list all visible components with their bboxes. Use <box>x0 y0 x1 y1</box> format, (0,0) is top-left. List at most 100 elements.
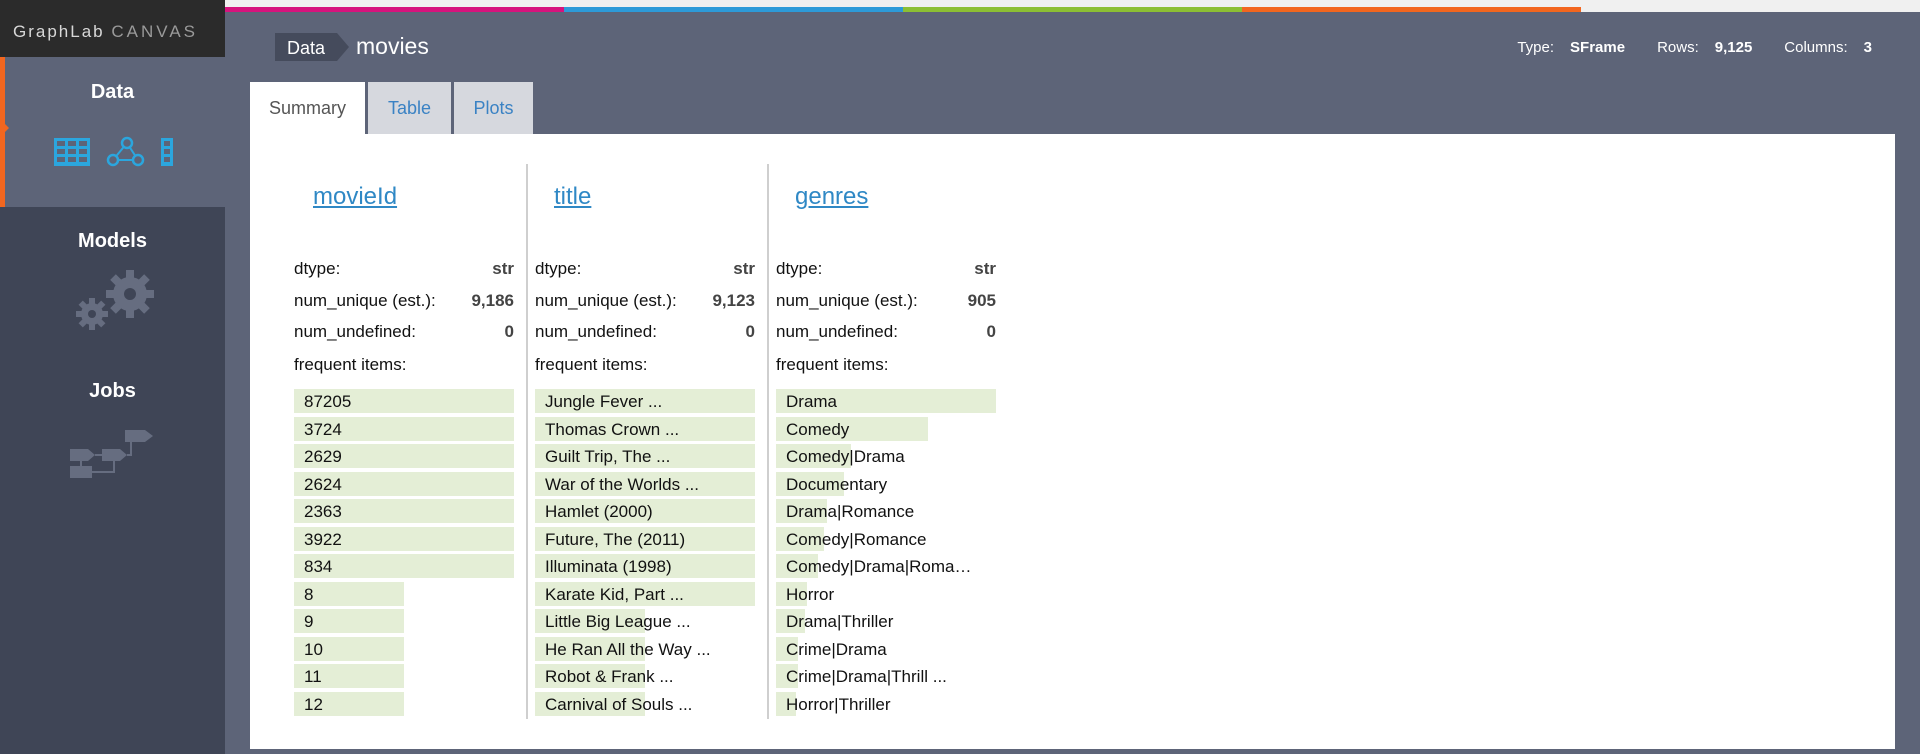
dtype-value: str <box>974 259 996 278</box>
gears-icon[interactable] <box>72 268 157 333</box>
num-unique-row: num_unique (est.): 905 <box>776 291 996 311</box>
column-name-link[interactable]: movieId <box>313 183 397 211</box>
frequent-items-label: frequent items: <box>294 355 407 374</box>
columns-value: 3 <box>1863 39 1872 56</box>
tab-plots[interactable]: Plots <box>454 82 533 134</box>
active-marker <box>0 119 9 137</box>
breadcrumb[interactable]: Data <box>275 33 350 61</box>
column-icon[interactable] <box>159 137 175 167</box>
list-item: Carnival of Souls ... <box>535 691 755 719</box>
list-item: 10 <box>294 636 514 664</box>
num-unique-row: num_unique (est.): 9,186 <box>294 291 514 311</box>
type-label: Type: <box>1517 39 1555 56</box>
num-unique-value: 905 <box>967 291 996 310</box>
list-item: Hamlet (2000) <box>535 498 755 526</box>
logo-sub: CANVAS <box>111 22 199 41</box>
dtype-row: dtype: str <box>535 259 755 279</box>
list-item: Comedy|Drama|Roma… <box>776 553 996 581</box>
num-unique-label: num_unique (est.): <box>294 291 436 310</box>
app-logo: GraphLab CANVAS <box>0 0 225 57</box>
list-item-label: 3922 <box>304 529 342 549</box>
list-item: 12 <box>294 691 514 719</box>
sidebar-item-data[interactable]: Data <box>0 57 225 207</box>
sidebar-item-data-label: Data <box>90 81 135 103</box>
list-item-label: Drama <box>786 392 838 411</box>
columns-label: Columns: <box>1784 39 1848 56</box>
list-item-label: Crime|Drama <box>786 639 887 659</box>
frequent-items-label: frequent items: <box>776 355 889 374</box>
list-item-label: Crime|Drama|Thrill ... <box>786 667 947 686</box>
table-icon[interactable] <box>53 137 91 167</box>
list-item: Drama|Romance <box>776 498 996 526</box>
num-unique-row: num_unique (est.): 9,123 <box>535 291 755 311</box>
tab-table[interactable]: Table <box>368 82 451 134</box>
list-item: 834 <box>294 553 514 581</box>
list-item-label: Jungle Fever ... <box>545 392 663 411</box>
color-strip <box>225 0 1920 12</box>
column-name-link[interactable]: genres <box>795 183 868 211</box>
list-item-label: 2629 <box>304 447 342 466</box>
list-item: 8 <box>294 581 514 609</box>
rows-value: 9,125 <box>1714 39 1753 56</box>
list-item-label: Hamlet (2000) <box>545 502 653 521</box>
frequent-items-list: 87205 3724 2629 2624 2363 3922 834 8 9 10 11 12 <box>294 388 514 718</box>
list-item: Drama <box>776 388 996 416</box>
num-unique-label: num_unique (est.): <box>776 291 918 310</box>
list-item: 3922 <box>294 526 514 554</box>
list-item: Drama|Thriller <box>776 608 996 636</box>
frequent-items-list: Jungle Fever ... Thomas Crown ... Guilt Tr… <box>535 388 755 718</box>
list-item-label: Comedy|Romance <box>786 529 927 549</box>
column-divider <box>767 164 769 719</box>
list-item-label: Comedy <box>786 419 850 439</box>
list-item-label: 11 <box>304 667 322 686</box>
column-summary-title: title dtype: str num_unique (est.): 9,123 num… <box>535 164 769 719</box>
list-item-label: 2624 <box>304 474 342 494</box>
list-item: Karate Kid, Part ... <box>535 581 755 609</box>
list-item: Robot & Frank ... <box>535 663 755 691</box>
list-item: Comedy <box>776 416 996 444</box>
num-undefined-label: num_undefined: <box>776 322 898 341</box>
column-name-link[interactable]: title <box>554 183 591 211</box>
list-item: Documentary <box>776 471 996 499</box>
list-item-label: 9 <box>304 612 314 631</box>
list-item: Guilt Trip, The ... <box>535 443 755 471</box>
sidebar-item-models[interactable]: Models <box>0 230 225 253</box>
list-item: 2624 <box>294 471 514 499</box>
list-item-label: 3724 <box>304 419 342 439</box>
list-item-label: Drama|Thriller <box>786 612 894 631</box>
list-item-label: He Ran All the Way ... <box>545 639 711 659</box>
list-item: Horror <box>776 581 996 609</box>
num-undefined-value: 0 <box>986 322 996 341</box>
num-undefined-row: num_undefined: 0 <box>535 322 755 342</box>
list-item-label: 87205 <box>304 392 352 411</box>
num-undefined-row: num_undefined: 0 <box>776 322 996 342</box>
num-undefined-value: 0 <box>745 322 755 341</box>
list-item-label: Carnival of Souls ... <box>545 694 693 714</box>
list-item-label: Illuminata (1998) <box>545 557 672 576</box>
strip-segment-magenta <box>225 7 564 12</box>
logo-main: GraphLab <box>13 22 105 41</box>
num-unique-value: 9,123 <box>712 291 755 310</box>
column-divider <box>526 164 528 719</box>
list-item: 3724 <box>294 416 514 444</box>
frequent-items-label: frequent items: <box>535 355 648 374</box>
dtype-label: dtype: <box>776 259 823 278</box>
page-title: movies <box>356 33 429 59</box>
tab-summary[interactable]: Summary <box>250 82 365 136</box>
graph-icon[interactable] <box>105 135 145 169</box>
list-item: Comedy|Drama <box>776 443 996 471</box>
sidebar-item-jobs[interactable]: Jobs <box>0 380 225 403</box>
data-icons <box>53 135 175 169</box>
list-item: Little Big League ... <box>535 608 755 636</box>
dtype-row: dtype: str <box>776 259 996 279</box>
list-item-label: Drama|Romance <box>786 502 915 521</box>
list-item: 2629 <box>294 443 514 471</box>
flow-icon[interactable] <box>68 428 156 483</box>
list-item-label: War of the Worlds ... <box>545 474 699 494</box>
rows-label: Rows: <box>1657 39 1699 56</box>
list-item: War of the Worlds ... <box>535 471 755 499</box>
num-unique-value: 9,186 <box>471 291 514 310</box>
num-undefined-label: num_undefined: <box>294 322 416 341</box>
num-undefined-label: num_undefined: <box>535 322 657 341</box>
type-value: SFrame <box>1570 39 1626 56</box>
